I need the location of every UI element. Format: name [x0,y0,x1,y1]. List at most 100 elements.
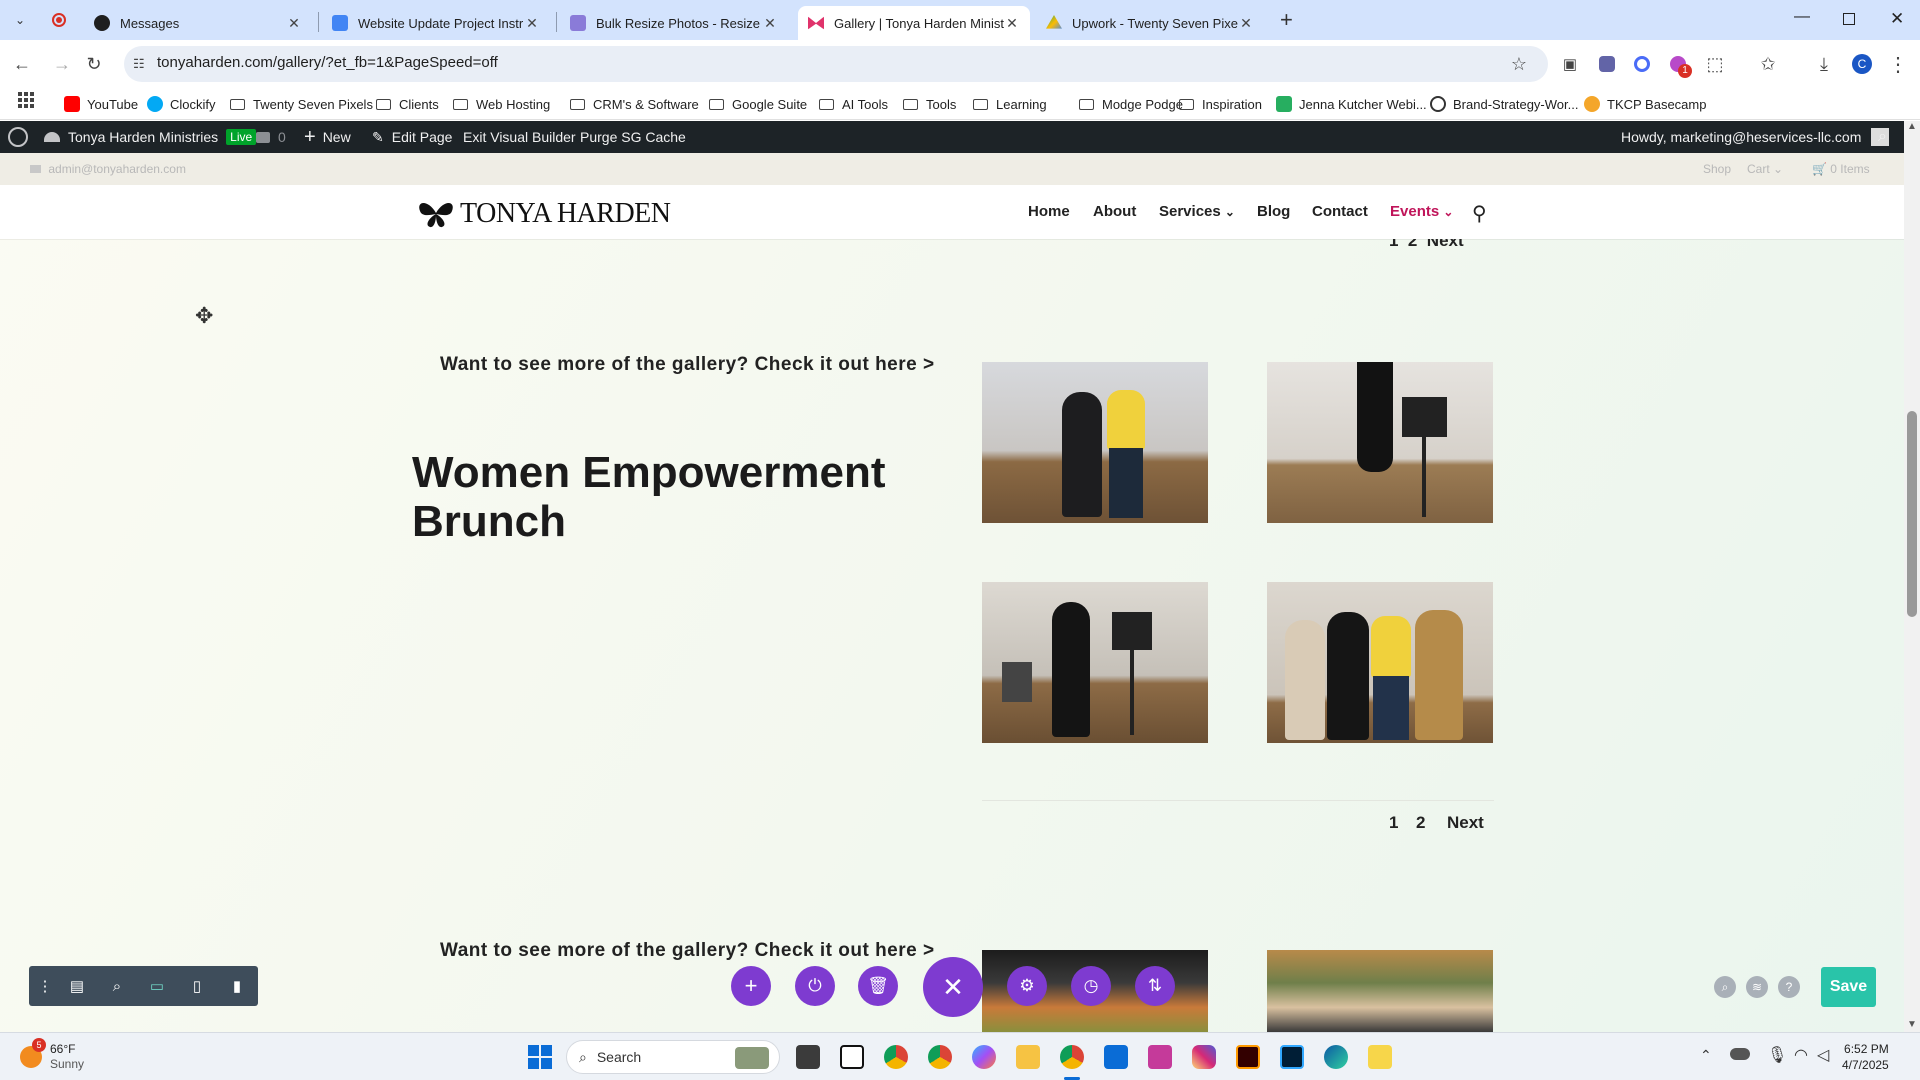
tablet-view-icon[interactable]: ▯ [187,976,207,996]
menu-icon[interactable]: ⋮ [1886,52,1910,76]
site-logo[interactable]: TONYA HARDEN [416,198,671,230]
tab-search-button[interactable]: ⌄ [10,10,30,30]
chrome-icon[interactable] [928,1045,952,1069]
nav-home[interactable]: Home [1028,203,1070,220]
comments-link[interactable]: 0 [256,121,286,153]
bookmark-folder[interactable]: Google Suite [709,92,807,116]
bookmark-folder[interactable]: Twenty Seven Pixels [230,92,373,116]
page-1-link[interactable]: 1 [1389,813,1398,833]
edit-page-link[interactable]: ✎ Edit Page [372,121,452,153]
chrome-icon[interactable] [1060,1045,1084,1069]
weather-widget[interactable]: 66°F Sunny [20,1042,84,1072]
wireframe-icon[interactable]: ▤ [67,976,87,996]
close-builder-button[interactable]: ✕ [923,957,983,1017]
bookmark-folder[interactable]: AI Tools [819,92,888,116]
bookmark-folder[interactable]: Tools [903,92,956,116]
nav-about[interactable]: About [1093,203,1136,220]
new-content-link[interactable]: + New [304,121,351,153]
scroll-thumb[interactable] [1907,411,1917,617]
volume-icon[interactable]: ◁ [1817,1045,1829,1065]
windows-start-icon[interactable] [528,1045,552,1069]
save-button[interactable]: Save [1821,967,1876,1007]
clear-layout-button[interactable]: 🗑 [858,966,898,1006]
gallery-cta-link[interactable]: Want to see more of the gallery? Check i… [440,354,935,376]
reorder-button[interactable]: ⇅ [1135,966,1175,1006]
apps-icon[interactable] [18,92,34,108]
back-icon[interactable]: ← [10,52,34,76]
page-2-link[interactable]: 2 [1416,813,1425,833]
desktop-view-icon[interactable]: ▭ [147,976,167,996]
site-name-link[interactable]: Tonya Harden Ministries Live [44,121,257,153]
topbar-shop-link[interactable]: Shop [1703,162,1731,176]
taskbar-search[interactable]: ⌕ Search [566,1040,780,1074]
close-tab-icon[interactable]: ✕ [762,15,778,32]
chevron-up-icon[interactable]: ⌃ [1700,1047,1712,1064]
snipping-tool-icon[interactable] [1148,1045,1172,1069]
close-tab-icon[interactable]: ✕ [1004,15,1020,32]
scroll-down-icon[interactable]: ▼ [1907,1019,1917,1030]
help-button[interactable]: ? [1778,976,1800,998]
photoshop-icon[interactable] [1280,1045,1304,1069]
account-link[interactable]: Howdy, marketing@heservices-llc.com [1621,121,1890,153]
bookmark-jenna[interactable]: Jenna Kutcher Webi... [1276,92,1427,116]
bookmarks-icon[interactable]: ✩ [1756,52,1780,76]
add-module-button[interactable]: + [731,966,771,1006]
close-window-icon[interactable]: ✕ [1890,9,1904,29]
bookmark-folder[interactable]: Inspiration [1179,92,1262,116]
topbar-cart-link[interactable]: Cart ⌄ [1747,162,1783,176]
close-tab-icon[interactable]: ✕ [286,15,302,32]
url-text[interactable]: tonyaharden.com/gallery/?et_fb=1&PageSpe… [157,54,498,71]
close-tab-icon[interactable]: ✕ [524,15,540,32]
nav-events[interactable]: Events ⌄ [1390,203,1453,220]
bookmark-folder[interactable]: Clients [376,92,439,116]
scroll-up-icon[interactable]: ▲ [1907,121,1917,132]
next-page-link[interactable]: Next [1447,813,1484,833]
clock[interactable]: 6:52 PM 4/7/2025 [1842,1041,1889,1073]
file-explorer-icon[interactable] [1016,1045,1040,1069]
sticky-notes-icon[interactable] [1368,1045,1392,1069]
bookmark-tkcp[interactable]: TKCP Basecamp [1584,92,1706,116]
gallery-photo[interactable] [982,582,1208,743]
tab-gallery[interactable]: Gallery | Tonya Harden Ministri ✕ [798,6,1030,40]
tab-upwork[interactable]: Upwork - Twenty Seven Pixels | ✕ [1036,6,1264,40]
microphone-icon[interactable]: 🎙 [1767,1045,1787,1065]
restore-icon[interactable] [1843,13,1855,25]
tab-messages[interactable]: Messages ✕ [84,6,312,40]
task-view-icon[interactable] [796,1045,820,1069]
nav-contact[interactable]: Contact [1312,203,1368,220]
minimize-icon[interactable]: — [1794,8,1810,26]
phone-view-icon[interactable]: ▮ [227,976,247,996]
gallery-photo[interactable] [1267,362,1493,523]
forward-icon[interactable]: → [50,52,74,76]
instagram-icon[interactable] [1192,1045,1216,1069]
wifi-icon[interactable]: ◠ [1794,1045,1808,1065]
screenshot-icon[interactable]: ▣ [1558,52,1582,76]
builder-search-button[interactable]: ⌕ [1714,976,1736,998]
chrome-icon[interactable] [884,1045,908,1069]
profile-avatar[interactable]: C [1852,54,1872,74]
more-options-icon[interactable]: ⋮ [35,976,55,996]
bookmark-folder[interactable]: Learning [973,92,1047,116]
extension-icon[interactable] [1595,52,1619,76]
illustrator-icon[interactable] [1236,1045,1260,1069]
close-tab-icon[interactable]: ✕ [1238,15,1254,32]
download-icon[interactable]: ⤓ [1812,52,1836,76]
reload-icon[interactable]: ↻ [82,52,106,76]
bookmark-folder[interactable]: CRM's & Software [570,92,699,116]
new-tab-button[interactable]: + [1280,7,1293,33]
bookmark-clockify[interactable]: Clockify [147,92,216,116]
extension-icon[interactable] [1630,52,1654,76]
puzzle-icon[interactable]: ⬚ [1703,52,1727,76]
portability-button[interactable]: ⏻ [795,966,835,1006]
tab-website-update[interactable]: Website Update Project Instruc ✕ [322,6,550,40]
bookmark-star-icon[interactable]: ☆ [1507,52,1531,76]
onedrive-icon[interactable] [1730,1048,1750,1060]
nav-services[interactable]: Services ⌄ [1159,203,1235,220]
layers-button[interactable]: ≋ [1746,976,1768,998]
gallery-photo[interactable] [982,362,1208,523]
search-icon[interactable]: ⌕ [1878,121,1887,153]
nav-blog[interactable]: Blog [1257,203,1290,220]
wordpress-icon[interactable] [8,121,28,153]
bookmark-youtube[interactable]: YouTube [64,92,138,116]
exit-visual-builder-link[interactable]: Exit Visual Builder [463,121,576,153]
